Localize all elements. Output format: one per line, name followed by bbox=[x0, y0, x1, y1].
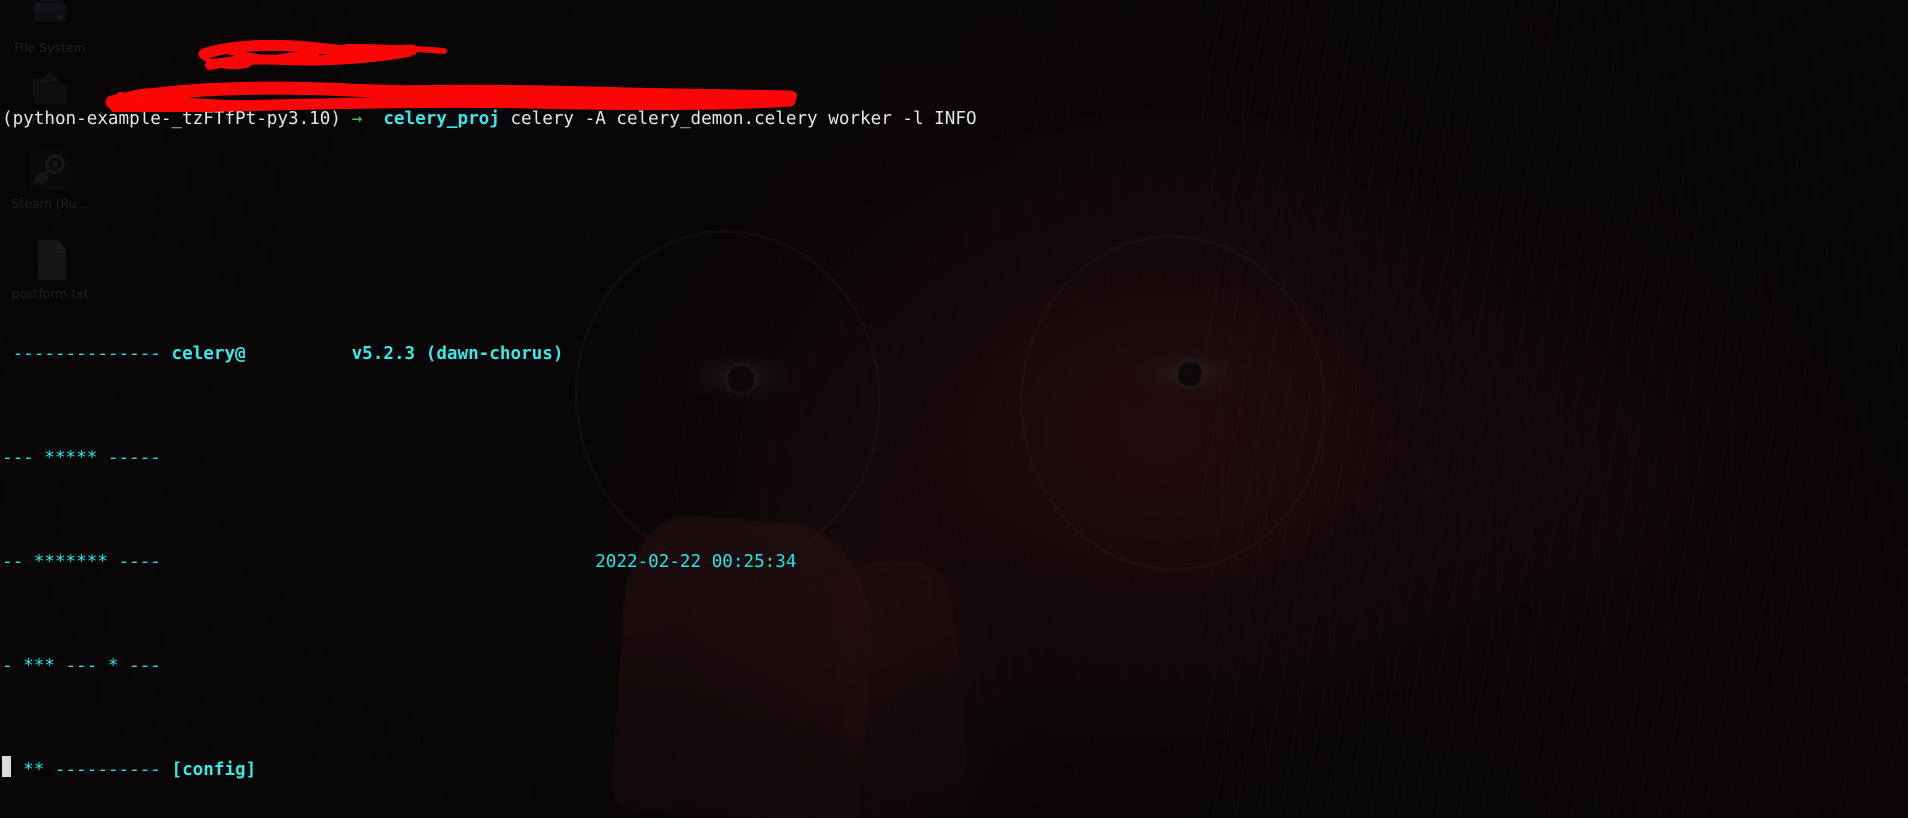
banner-art: -------------- bbox=[2, 343, 172, 364]
redaction-scribble-hostname bbox=[198, 39, 447, 70]
banner-platform-tail: 2022-02-22 00:25:34 bbox=[595, 551, 797, 572]
terminal-cursor bbox=[2, 756, 11, 777]
banner-art: -- ******* ---- bbox=[2, 551, 172, 572]
prompt-command: celery -A celery_demon.celery worker -l … bbox=[510, 109, 977, 130]
venv-indicator: (python-example-_tzFTfPt-py3.10) bbox=[2, 109, 341, 130]
banner-version: v5.2.3 (dawn-chorus) bbox=[351, 343, 564, 364]
banner-header-prefix: celery@ bbox=[171, 343, 246, 364]
banner-art: - ** ---------- bbox=[2, 760, 172, 781]
banner-art: --- ***** ----- bbox=[2, 447, 172, 468]
banner-line-0: -------------- celery@ v5.2.3 (dawn-chor… bbox=[2, 341, 1908, 367]
prompt-line: (python-example-_tzFTfPt-py3.10) → celer… bbox=[2, 106, 1908, 132]
screen: File System Home Steam (Ru... postform.t… bbox=[0, 0, 1908, 818]
prompt-arrow-icon: → bbox=[351, 109, 363, 130]
banner-art: - *** --- * --- bbox=[2, 656, 172, 677]
terminal-output[interactable]: (python-example-_tzFTfPt-py3.10) → celer… bbox=[0, 0, 1908, 818]
banner-line-1: --- ***** ----- bbox=[2, 445, 1908, 471]
prompt-cwd: celery_proj bbox=[383, 109, 500, 130]
banner-line-3: - *** --- * --- bbox=[2, 653, 1908, 679]
config-heading: [config] bbox=[171, 760, 257, 781]
terminal-window[interactable]: (python-example-_tzFTfPt-py3.10) → celer… bbox=[0, 0, 1908, 818]
banner-line-2: -- ******* ---- 2022-02-22 00:25:34 bbox=[2, 549, 1908, 575]
banner-line-4: - ** ---------- [config] bbox=[2, 757, 1908, 783]
